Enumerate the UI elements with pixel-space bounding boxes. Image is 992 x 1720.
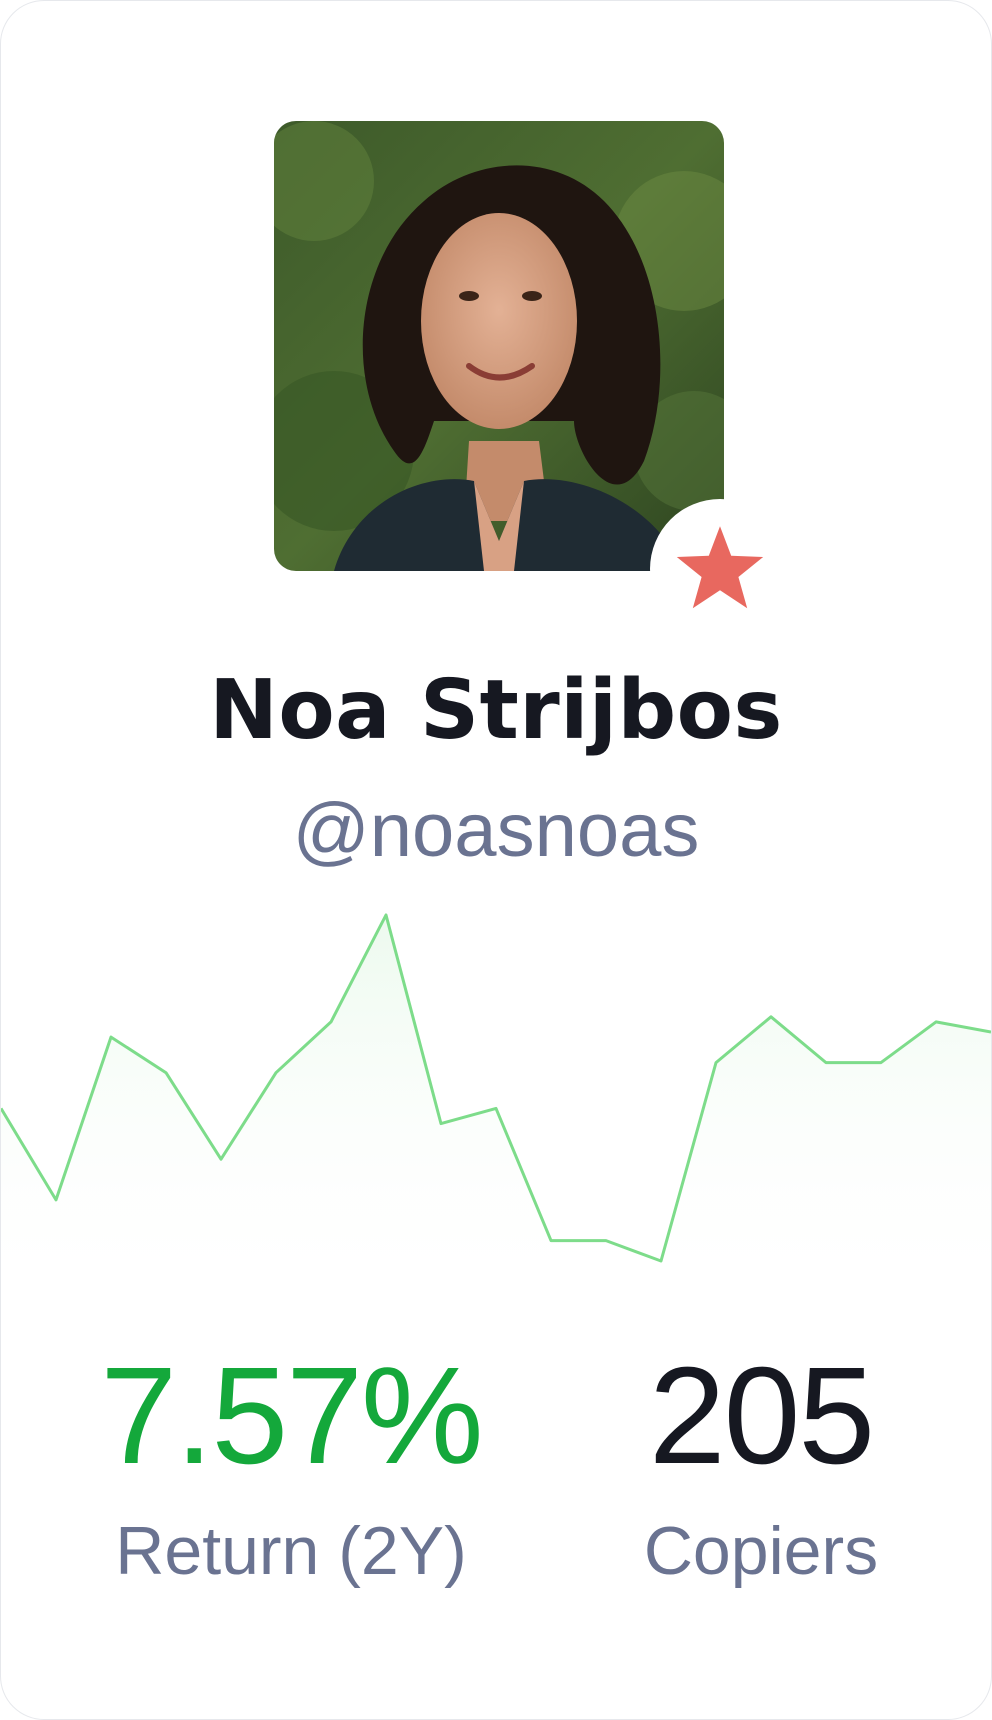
return-label: Return (2Y) xyxy=(115,1513,467,1589)
trader-name[interactable]: Noa Strijbos xyxy=(1,663,991,758)
copiers-label: Copiers xyxy=(643,1513,879,1589)
avatar-container xyxy=(274,121,790,639)
avatar[interactable] xyxy=(274,121,724,571)
copiers-value: 205 xyxy=(648,1339,875,1493)
copiers-stat: 205 Copiers xyxy=(561,1341,961,1591)
trader-handle: @noasnoas xyxy=(292,788,700,873)
trader-card[interactable]: Noa Strijbos @noasnoas 7.57% Return (2Y)… xyxy=(0,0,992,1720)
return-value: 7.57% xyxy=(100,1339,483,1493)
performance-sparkline xyxy=(1,913,991,1301)
star-icon xyxy=(676,526,764,609)
star-badge xyxy=(650,499,790,639)
return-stat: 7.57% Return (2Y) xyxy=(91,1341,491,1591)
